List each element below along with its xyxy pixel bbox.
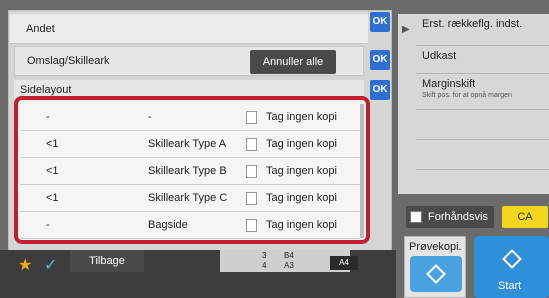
header-title: Andet [26, 23, 55, 35]
list-item-type: Bagside [148, 219, 188, 231]
list-item[interactable]: <1 Skilleark Type C Tag ingen kopi [20, 185, 360, 212]
start-button[interactable]: Start [474, 236, 549, 298]
page-layout-label: Sidelayout [20, 84, 72, 96]
preview-icon [410, 211, 422, 223]
list-item-type: Skilleark Type A [148, 138, 227, 150]
tray-size: A3 [284, 261, 294, 270]
list-item[interactable]: <1 Skilleark Type B Tag ingen kopi [20, 158, 360, 185]
right-panel: Erst. rækkeflg. indst. Udkast Marginskif… [398, 14, 549, 194]
cover-section-label: Omslag/Skilleark [27, 55, 110, 67]
list-item-count: <1 [46, 165, 59, 177]
margin-shift-item[interactable]: Marginskift Skift pos. for at opnå marge… [416, 74, 549, 110]
list-item-count: <1 [46, 192, 59, 204]
cancel-all-button[interactable]: Annuller alle [250, 50, 336, 74]
paper-size-badge: A4 [330, 256, 358, 270]
list-scrollbar[interactable] [360, 104, 364, 238]
check-icon[interactable]: ✓ [44, 255, 62, 274]
tray-size: B4 [284, 251, 294, 260]
proof-copy-label: Prøvekopi. [409, 241, 462, 253]
list-item-copy: Tag ingen kopi [266, 192, 337, 204]
margin-shift-desc: Skift pos. for at opnå margen [422, 92, 512, 99]
empty-item [416, 110, 549, 140]
cover-ok-button[interactable]: OK [370, 50, 390, 70]
back-button[interactable]: Tilbage [70, 250, 144, 272]
list-item-copy: Tag ingen kopi [266, 165, 337, 177]
list-item-copy: Tag ingen kopi [266, 138, 337, 150]
list-item[interactable]: <1 Skilleark Type A Tag ingen kopi [20, 131, 360, 158]
sort-order-item[interactable]: Erst. rækkeflg. indst. [416, 14, 549, 46]
list-item-count: - [46, 219, 50, 231]
list-item-copy: Tag ingen kopi [266, 111, 337, 123]
paper-icon [246, 219, 257, 232]
list-item-count: - [46, 111, 50, 123]
start-icon [426, 264, 446, 284]
draft-item[interactable]: Udkast [416, 46, 549, 74]
list-item-copy: Tag ingen kopi [266, 219, 337, 231]
chevron-right-icon: ▶ [402, 24, 410, 35]
list-item-type: Skilleark Type C [148, 192, 228, 204]
paper-icon [246, 192, 257, 205]
paper-icon [246, 111, 257, 124]
paper-icon [246, 138, 257, 151]
empty-item [416, 140, 549, 170]
header-ok-button[interactable]: OK [370, 12, 390, 32]
tray-count: 4 [262, 261, 267, 270]
sort-order-label: Erst. rækkeflg. indst. [422, 18, 523, 30]
start-icon [502, 249, 522, 269]
list-item-type: - [148, 111, 152, 123]
tray-count: 3 [262, 251, 267, 260]
list-item[interactable]: - Bagside Tag ingen kopi [20, 212, 360, 239]
ca-button[interactable]: CA [502, 206, 548, 228]
star-icon[interactable]: ★ [18, 255, 36, 274]
insert-list: - - Tag ingen kopi <1 Skilleark Type A T… [20, 104, 360, 239]
list-item[interactable]: - - Tag ingen kopi [20, 104, 360, 131]
start-label: Start [498, 280, 522, 292]
header-bar: Andet [10, 14, 368, 44]
draft-label: Udkast [422, 50, 457, 62]
margin-shift-label: Marginskift [422, 78, 476, 90]
list-item-count: <1 [46, 138, 59, 150]
paper-icon [246, 165, 257, 178]
list-item-type: Skilleark Type B [148, 165, 227, 177]
page-layout-ok-button[interactable]: OK [370, 80, 390, 100]
proof-copy-button[interactable] [410, 256, 462, 292]
